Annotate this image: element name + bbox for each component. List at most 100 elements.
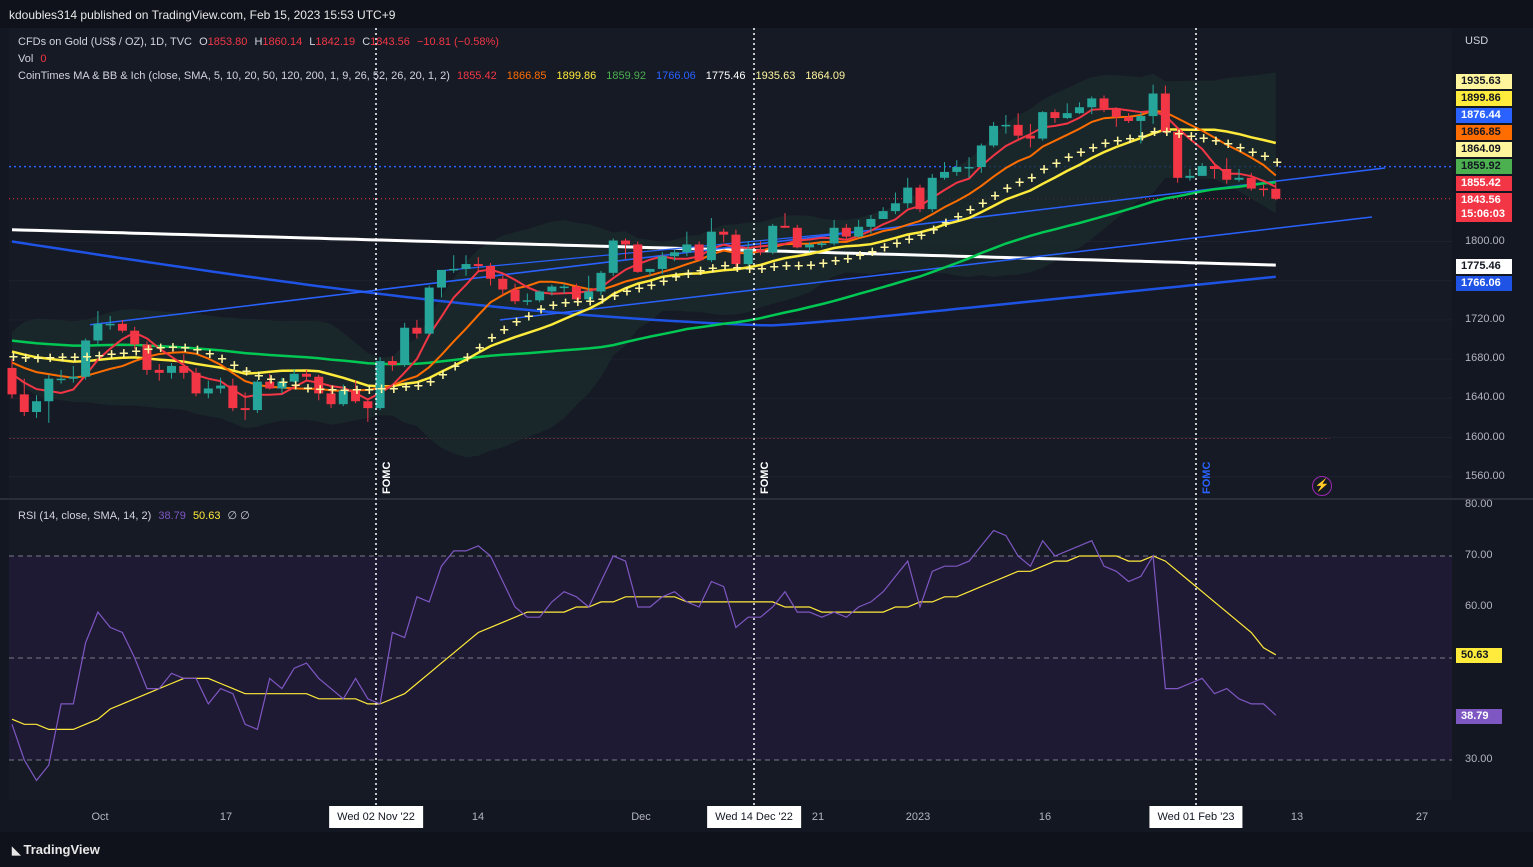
ichimoku-marker: + — [1186, 129, 1197, 144]
ichimoku-marker: + — [33, 352, 44, 367]
candle — [608, 240, 618, 273]
candle — [670, 252, 680, 257]
time-tick: 27 — [1415, 811, 1429, 823]
ichimoku-marker: + — [536, 303, 547, 318]
chart-canvas[interactable]: + + + + + + + + + + + + + + + + + + + + + + + + + + + + + + + + + + + +++++… — [0, 0, 1533, 867]
candle — [105, 323, 115, 326]
ichimoku-marker: + — [977, 197, 988, 212]
bollinger-band — [12, 72, 1276, 458]
ichimoku-marker: + — [94, 349, 105, 364]
price-tag: 1876.44 — [1456, 108, 1512, 123]
time-tick: 16 — [1038, 811, 1052, 823]
rsi-tick: 70.00 — [1465, 549, 1493, 561]
candle — [903, 187, 913, 204]
candle — [154, 369, 164, 373]
ichimoku-marker: + — [388, 382, 399, 397]
candle — [1234, 177, 1244, 180]
indicator-value: 1859.92 — [606, 70, 647, 82]
ichimoku-marker: + — [695, 264, 706, 279]
rsi-extra: ∅ ∅ — [227, 510, 250, 522]
time-tick: Oct — [91, 811, 109, 823]
time-tick: 14 — [471, 811, 485, 823]
ichimoku-marker: + — [1063, 151, 1074, 166]
candle — [755, 249, 765, 253]
candle — [252, 381, 262, 411]
candle — [1062, 113, 1072, 119]
candle — [559, 286, 569, 289]
ichimoku-marker: + — [266, 373, 277, 388]
symbol-name[interactable]: CFDs on Gold (US$ / OZ), 1D, TVC — [18, 36, 192, 48]
ichimoku-marker: + — [1137, 129, 1148, 144]
ichimoku-marker: + — [57, 351, 68, 366]
candle — [1197, 166, 1207, 176]
candle — [424, 287, 434, 334]
candle — [535, 291, 545, 301]
ichimoku-marker: + — [1223, 137, 1234, 152]
candle — [1148, 93, 1158, 117]
time-tick: 21 — [811, 811, 825, 823]
candle — [179, 365, 189, 373]
ichimoku-marker: + — [879, 241, 890, 256]
candle — [436, 269, 446, 288]
candle — [1087, 98, 1097, 108]
price-tag: 15:06:03 — [1456, 207, 1512, 222]
ichimoku-marker: + — [732, 261, 743, 276]
ichimoku-marker: + — [634, 281, 645, 296]
indicator-value: 1864.09 — [805, 70, 846, 82]
ichimoku-marker: + — [180, 341, 191, 356]
ichimoku-marker: + — [327, 383, 338, 398]
candle — [486, 266, 496, 279]
candle — [792, 227, 802, 248]
candle — [1124, 117, 1134, 121]
time-badge: Wed 01 Feb '23 — [1149, 806, 1243, 828]
ichimoku-marker: + — [339, 383, 350, 398]
lightning-icon[interactable]: ⚡ — [1312, 476, 1332, 496]
ichimoku-marker: + — [756, 262, 767, 277]
candle — [32, 401, 42, 413]
indicator-value: 1866.85 — [506, 70, 547, 82]
ichimoku-marker: + — [8, 350, 19, 365]
candle — [1013, 124, 1023, 136]
price-tick: 1640.00 — [1465, 391, 1505, 404]
ichimoku-marker: + — [916, 228, 927, 243]
ichimoku-marker: + — [168, 341, 179, 356]
candle — [7, 367, 17, 395]
ohlc-open: O1853.80 — [199, 36, 248, 48]
candle — [952, 167, 962, 172]
time-badge: Wed 14 Dec '22 — [707, 806, 801, 828]
ichimoku-marker: + — [622, 285, 633, 300]
candle — [719, 231, 729, 235]
ichimoku-marker: + — [499, 323, 510, 338]
candle — [621, 240, 630, 245]
candle — [1111, 108, 1121, 118]
candle — [989, 125, 999, 146]
ichimoku-marker: + — [769, 260, 780, 275]
candle — [56, 378, 66, 381]
tradingview-icon: ◣ — [12, 845, 24, 857]
rsi-name[interactable]: RSI (14, close, SMA, 14, 2) — [18, 510, 151, 522]
candle — [1246, 177, 1256, 189]
candle — [596, 272, 606, 292]
price-tick: 1800.00 — [1465, 234, 1505, 247]
ichimoku-marker: + — [560, 296, 571, 311]
candle — [976, 145, 986, 168]
ichimoku-marker: + — [597, 293, 608, 308]
price-tick: 1600.00 — [1465, 430, 1505, 443]
ichimoku-marker: + — [585, 294, 596, 309]
ichimoku-marker: + — [658, 275, 669, 290]
tradingview-logo[interactable]: ◣ TradingView — [12, 842, 100, 857]
candle — [473, 264, 483, 266]
candle — [964, 167, 974, 169]
indicator-value: 1855.42 — [456, 70, 497, 82]
candle — [240, 408, 250, 411]
price-tag: 1843.56 — [1456, 193, 1512, 208]
ichimoku-marker: + — [474, 341, 485, 356]
ichimoku-marker: + — [352, 383, 363, 398]
candle — [510, 289, 520, 302]
ichimoku-marker: + — [1039, 163, 1050, 178]
indicator-name[interactable]: CoinTimes MA & BB & Ich (close, SMA, 5, … — [18, 70, 450, 82]
candle — [768, 225, 778, 253]
volume-legend: Vol 0 — [18, 53, 50, 65]
fomc-label: FOMC — [759, 461, 771, 494]
time-tick: 2023 — [905, 811, 931, 823]
